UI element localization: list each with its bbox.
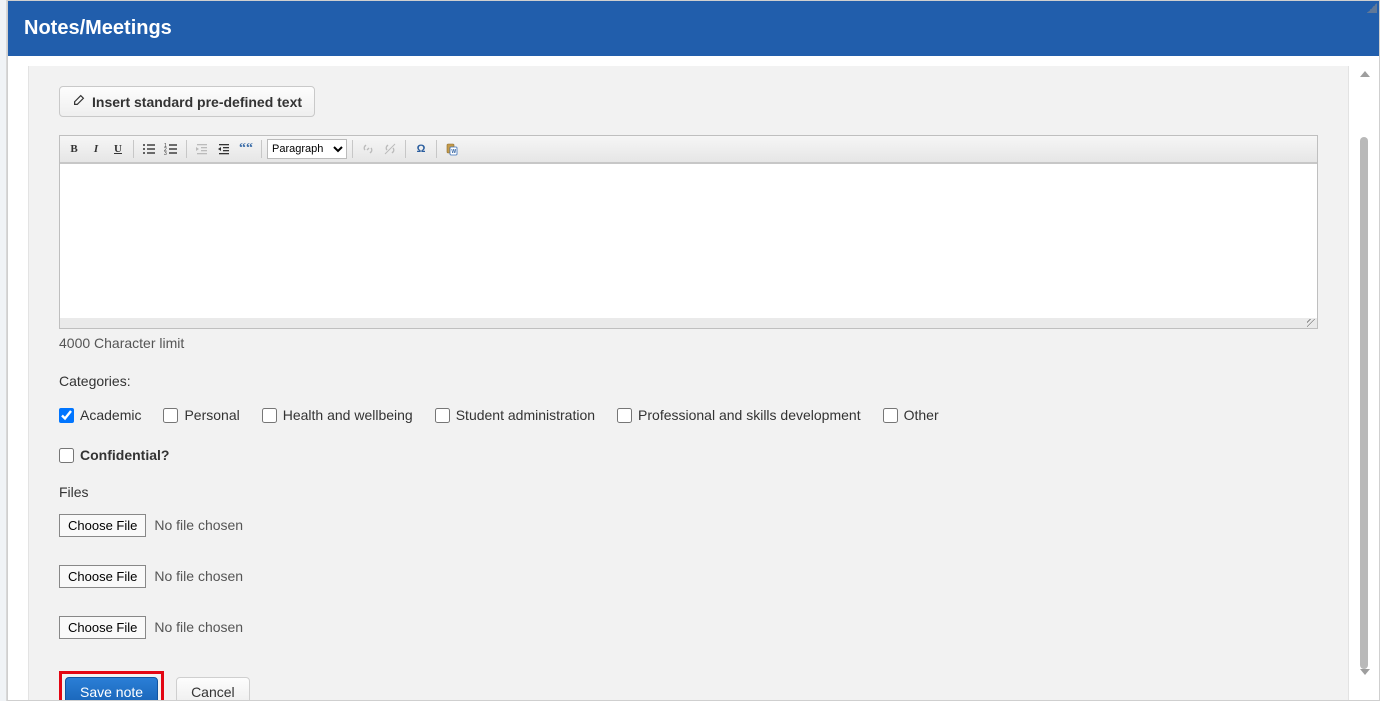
file-status-3: No file chosen <box>154 619 243 635</box>
category-professional-checkbox[interactable] <box>617 408 632 423</box>
toolbar-separator <box>261 140 262 158</box>
category-personal-label: Personal <box>184 407 239 423</box>
category-academic-checkbox[interactable] <box>59 408 74 423</box>
file-status-1: No file chosen <box>154 517 243 533</box>
italic-button[interactable]: I <box>86 139 106 159</box>
insert-predefined-text-label: Insert standard pre-defined text <box>92 94 302 110</box>
bullet-list-button[interactable] <box>139 139 159 159</box>
bold-button[interactable]: B <box>64 139 84 159</box>
category-personal[interactable]: Personal <box>163 407 239 423</box>
modal-header: Notes/Meetings <box>8 1 1379 56</box>
indent-button[interactable] <box>214 139 234 159</box>
editor-textarea[interactable] <box>60 163 1317 318</box>
file-row-3: Choose File No file chosen <box>59 616 1318 639</box>
paste-from-word-button[interactable]: W <box>442 139 462 159</box>
category-personal-checkbox[interactable] <box>163 408 178 423</box>
category-student-admin-checkbox[interactable] <box>435 408 450 423</box>
category-health-checkbox[interactable] <box>262 408 277 423</box>
underline-button[interactable]: U <box>108 139 128 159</box>
scroll-up-icon[interactable] <box>1360 71 1370 77</box>
category-academic[interactable]: Academic <box>59 407 141 423</box>
modal-title: Notes/Meetings <box>24 17 172 40</box>
categories-row: Academic Personal Health and wellbeing S… <box>59 407 1318 423</box>
confidential-label: Confidential? <box>80 447 169 463</box>
outdent-button[interactable] <box>192 139 212 159</box>
confidential-toggle[interactable]: Confidential? <box>59 447 169 463</box>
toolbar-separator <box>186 140 187 158</box>
blockquote-button[interactable]: ““ <box>236 139 256 159</box>
editor-resize-grip-icon[interactable] <box>1307 319 1315 327</box>
insert-predefined-text-button[interactable]: Insert standard pre-defined text <box>59 86 315 117</box>
background-sliver <box>0 0 7 701</box>
content-panel: Insert standard pre-defined text B I U 1… <box>28 66 1349 700</box>
choose-file-button-1[interactable]: Choose File <box>59 514 146 537</box>
editor-toolbar: B I U 123 <box>60 136 1317 163</box>
rich-text-editor: B I U 123 <box>59 135 1318 329</box>
category-other-label: Other <box>904 407 939 423</box>
category-academic-label: Academic <box>80 407 141 423</box>
cancel-button[interactable]: Cancel <box>176 677 250 701</box>
paragraph-format-select[interactable]: Paragraph <box>267 139 347 159</box>
character-limit-text: 4000 Character limit <box>59 335 1318 351</box>
scroll-down-icon[interactable] <box>1360 669 1370 675</box>
choose-file-button-2[interactable]: Choose File <box>59 565 146 588</box>
numbered-list-button[interactable]: 123 <box>161 139 181 159</box>
svg-text:3: 3 <box>164 151 167 156</box>
scroll-area: Insert standard pre-defined text B I U 1… <box>28 66 1349 700</box>
file-status-2: No file chosen <box>154 568 243 584</box>
save-button-highlight: Save note <box>59 671 164 701</box>
action-bar: Save note Cancel <box>59 671 1318 701</box>
categories-label: Categories: <box>59 373 1318 389</box>
toolbar-separator <box>436 140 437 158</box>
modal-body: Insert standard pre-defined text B I U 1… <box>8 56 1379 700</box>
toolbar-separator <box>405 140 406 158</box>
resize-handle-icon[interactable] <box>1367 3 1377 13</box>
category-professional[interactable]: Professional and skills development <box>617 407 861 423</box>
category-other[interactable]: Other <box>883 407 939 423</box>
toolbar-separator <box>352 140 353 158</box>
files-label: Files <box>59 484 1318 500</box>
category-student-admin[interactable]: Student administration <box>435 407 595 423</box>
category-student-admin-label: Student administration <box>456 407 595 423</box>
confidential-checkbox[interactable] <box>59 448 74 463</box>
special-character-button[interactable]: Ω <box>411 139 431 159</box>
link-button[interactable] <box>358 139 378 159</box>
file-row-1: Choose File No file chosen <box>59 514 1318 537</box>
file-row-2: Choose File No file chosen <box>59 565 1318 588</box>
choose-file-button-3[interactable]: Choose File <box>59 616 146 639</box>
unlink-button[interactable] <box>380 139 400 159</box>
category-other-checkbox[interactable] <box>883 408 898 423</box>
vertical-scrollbar[interactable] <box>1357 71 1373 675</box>
category-professional-label: Professional and skills development <box>638 407 861 423</box>
svg-text:W: W <box>451 149 456 155</box>
save-note-button[interactable]: Save note <box>65 677 158 701</box>
category-health-label: Health and wellbeing <box>283 407 413 423</box>
notes-meetings-modal: Notes/Meetings Insert standard pre-defin… <box>7 0 1380 701</box>
confidential-row: Confidential? <box>59 447 1318 466</box>
toolbar-separator <box>133 140 134 158</box>
scroll-track[interactable] <box>1358 137 1372 669</box>
editor-footer <box>60 318 1317 328</box>
edit-icon <box>72 93 86 110</box>
scroll-thumb[interactable] <box>1360 137 1368 669</box>
category-health[interactable]: Health and wellbeing <box>262 407 413 423</box>
